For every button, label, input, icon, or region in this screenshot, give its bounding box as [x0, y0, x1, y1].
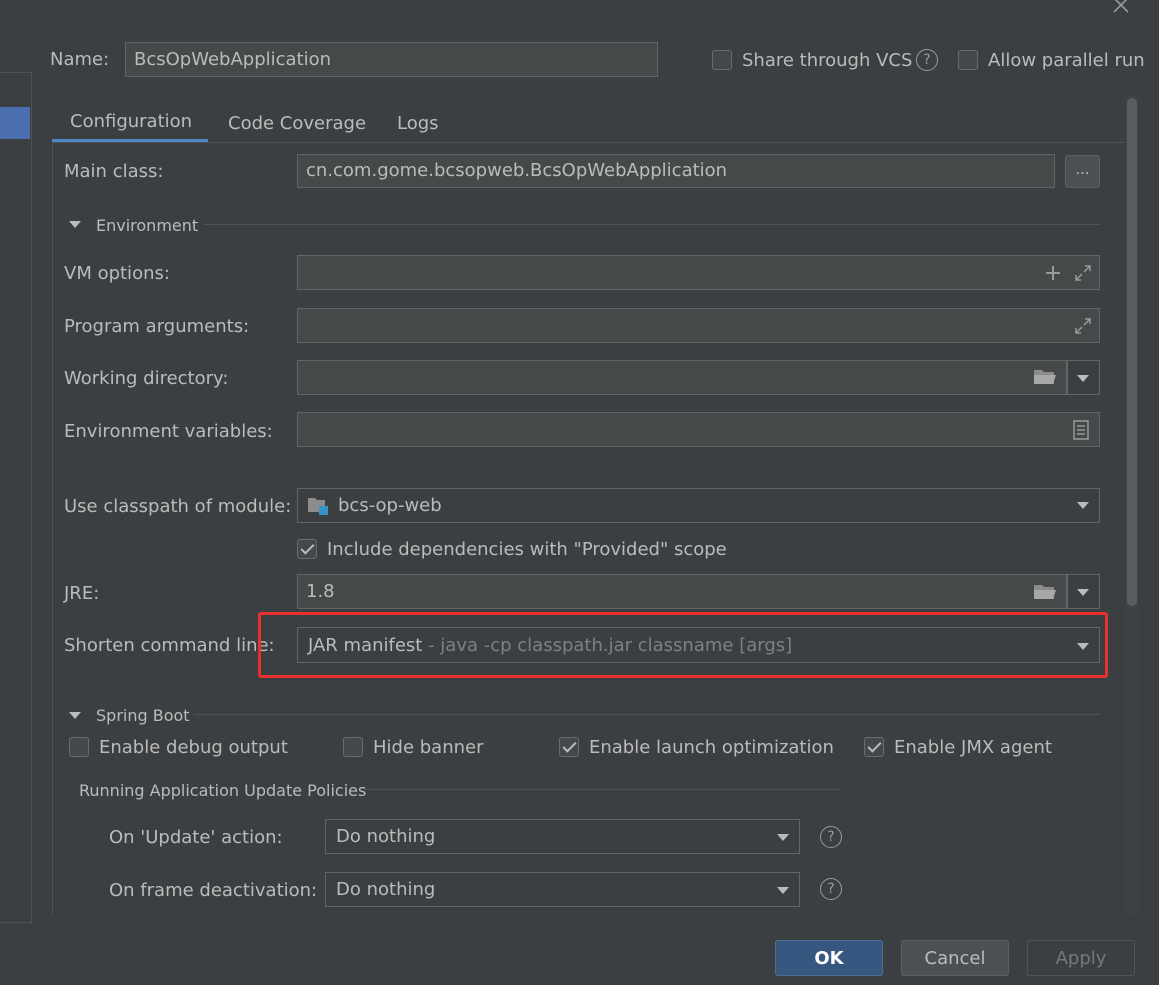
close-icon[interactable] [1110, 0, 1132, 16]
vm-options-input[interactable] [297, 255, 1100, 290]
apply-button[interactable]: Apply [1027, 940, 1135, 976]
ok-button-label: OK [814, 947, 844, 969]
apply-button-label: Apply [1055, 947, 1107, 969]
classpath-module-label: Use classpath of module: [64, 496, 292, 517]
browse-label: ... [1075, 159, 1090, 178]
vm-options-label: VM options: [64, 263, 170, 284]
tab-configuration[interactable]: Configuration [52, 104, 208, 142]
chevron-down-icon [1077, 375, 1089, 382]
enable-jmx-agent-label: Enable JMX agent [894, 737, 1052, 758]
main-class-input[interactable]: cn.com.gome.bcsopweb.BcsOpWebApplication [297, 154, 1055, 188]
scrollbar-thumb[interactable] [1127, 98, 1137, 606]
folder-icon[interactable] [1033, 367, 1057, 387]
enable-debug-output-label: Enable debug output [99, 737, 288, 758]
on-frame-deactivation-value: Do nothing [336, 879, 436, 900]
tab-logs[interactable]: Logs [379, 104, 457, 142]
jre-label: JRE: [64, 583, 100, 604]
help-icon[interactable]: ? [820, 878, 842, 900]
add-icon[interactable] [1044, 264, 1062, 282]
on-update-action-label: On 'Update' action: [109, 827, 283, 848]
spring-boot-section-title: Spring Boot [96, 706, 190, 725]
classpath-module-value: bcs-op-web [338, 495, 442, 516]
cancel-button[interactable]: Cancel [901, 940, 1009, 976]
share-vcs-checkbox[interactable] [712, 50, 732, 70]
environment-section-title: Environment [96, 216, 199, 235]
working-directory-input[interactable] [297, 360, 1067, 395]
sidebar-bottom-divider [0, 922, 32, 923]
browse-main-class-button[interactable]: ... [1065, 155, 1100, 188]
share-vcs-label: Share through VCS [742, 50, 913, 71]
name-value: BcsOpWebApplication [134, 48, 332, 70]
shorten-command-line-label: Shorten command line: [64, 635, 275, 656]
sidebar-panel [0, 72, 32, 924]
jre-input[interactable]: 1.8 [297, 574, 1067, 609]
working-directory-label: Working directory: [64, 368, 229, 389]
main-class-value: cn.com.gome.bcsopweb.BcsOpWebApplication [306, 160, 728, 181]
chevron-down-icon [1077, 589, 1089, 596]
enable-jmx-agent-checkbox[interactable] [864, 737, 884, 757]
allow-parallel-checkbox[interactable] [958, 50, 978, 70]
help-icon[interactable]: ? [916, 49, 938, 71]
update-policies-section-title: Running Application Update Policies [79, 781, 367, 800]
tab-logs-label: Logs [397, 112, 439, 134]
classpath-module-select[interactable]: bcs-op-web [297, 488, 1100, 523]
tab-code-coverage[interactable]: Code Coverage [210, 104, 384, 142]
module-folder-icon [307, 496, 331, 516]
include-dependencies-label: Include dependencies with "Provided" sco… [327, 539, 727, 560]
help-icon[interactable]: ? [820, 826, 842, 848]
hide-banner-label: Hide banner [373, 737, 484, 758]
on-update-action-value: Do nothing [336, 826, 436, 847]
tab-code-coverage-label: Code Coverage [228, 112, 367, 134]
collapse-spring-boot-icon[interactable] [69, 712, 81, 719]
main-class-label: Main class: [64, 161, 164, 182]
expand-icon[interactable] [1073, 316, 1093, 336]
environment-variables-label: Environment variables: [64, 421, 273, 442]
ok-button[interactable]: OK [775, 940, 883, 976]
expand-icon[interactable] [1073, 263, 1093, 283]
program-arguments-input[interactable] [297, 308, 1100, 343]
include-dependencies-checkbox[interactable] [297, 539, 317, 559]
sidebar-selected-item[interactable] [0, 107, 30, 139]
on-update-action-select[interactable]: Do nothing [325, 819, 800, 854]
name-field[interactable]: BcsOpWebApplication [125, 42, 658, 77]
hide-banner-checkbox[interactable] [343, 737, 363, 757]
enable-launch-optimization-checkbox[interactable] [559, 737, 579, 757]
chevron-down-icon [777, 834, 789, 841]
list-icon[interactable] [1072, 419, 1090, 441]
name-label: Name: [50, 49, 110, 70]
folder-icon[interactable] [1033, 582, 1057, 602]
tab-configuration-label: Configuration [70, 111, 193, 132]
collapse-environment-icon[interactable] [69, 221, 81, 228]
environment-divider [204, 224, 1100, 225]
on-frame-deactivation-select[interactable]: Do nothing [325, 872, 800, 907]
environment-variables-input[interactable] [297, 412, 1100, 447]
enable-debug-output-checkbox[interactable] [69, 737, 89, 757]
on-frame-deactivation-label: On frame deactivation: [109, 880, 318, 901]
spring-boot-divider [194, 714, 1100, 715]
cancel-button-label: Cancel [924, 947, 986, 969]
enable-launch-optimization-label: Enable launch optimization [589, 737, 834, 758]
chevron-down-icon [1077, 502, 1089, 509]
chevron-down-icon [777, 887, 789, 894]
program-arguments-label: Program arguments: [64, 316, 250, 337]
jre-value: 1.8 [306, 580, 335, 602]
highlight-box [258, 612, 1108, 678]
allow-parallel-label: Allow parallel run [988, 50, 1145, 71]
update-policies-divider [365, 789, 839, 790]
